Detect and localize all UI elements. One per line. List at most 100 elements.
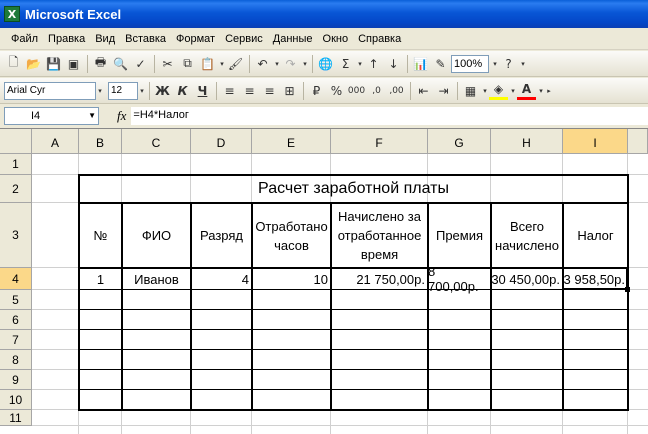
save-icon[interactable]: 💾 — [44, 54, 63, 73]
data-cell[interactable]: 30 450,00р. — [491, 268, 563, 290]
decrease-indent-icon[interactable]: ⇤ — [414, 81, 433, 100]
redo-dropdown-icon[interactable]: ▾ — [301, 60, 309, 68]
column-header-c[interactable]: C — [122, 129, 191, 154]
font-color-dropdown-icon[interactable]: ▾ — [537, 87, 545, 95]
redo-icon[interactable]: ↷ — [281, 54, 300, 73]
print-preview-icon[interactable]: 🔍 — [111, 54, 130, 73]
autosum-dropdown-icon[interactable]: ▾ — [356, 60, 364, 68]
cut-icon[interactable]: ✂ — [158, 54, 177, 73]
paste-dropdown-icon[interactable]: ▾ — [218, 60, 226, 68]
toolbar-separator — [87, 54, 88, 73]
fill-color-dropdown-icon[interactable]: ▾ — [509, 87, 517, 95]
data-cell[interactable]: 4 — [191, 268, 252, 290]
menu-item[interactable]: Справка — [353, 33, 406, 45]
align-right-icon[interactable]: ≡ — [260, 81, 279, 100]
standard-toolbar: 🗋 📂 💾 ▣ 🖶 🔍 ✓ ✂ ⧉ 📋 ▾ 🖌 ↶ ▾ ↷ ▾ 🌐 Σ ▾ ↑ … — [0, 51, 648, 77]
align-left-icon[interactable]: ≡ — [220, 81, 239, 100]
sort-ascending-icon[interactable]: ↑ — [364, 54, 383, 73]
font-name-box[interactable]: Arial Cyr — [4, 81, 96, 100]
menu-item[interactable]: Правка — [43, 33, 90, 45]
decrease-decimal-icon[interactable]: ,00 — [387, 81, 406, 100]
data-cell[interactable]: 1 — [79, 268, 122, 290]
row-header-6[interactable]: 6 — [0, 310, 32, 330]
copy-icon[interactable]: ⧉ — [178, 54, 197, 73]
active-cell-selection[interactable] — [562, 267, 628, 290]
excel-app-icon[interactable]: X — [4, 6, 20, 22]
autosum-icon[interactable]: Σ — [336, 54, 355, 73]
row-header-5[interactable]: 5 — [0, 290, 32, 310]
worksheet[interactable]: A B C D E F G H I 1 2 3 4 5 6 7 8 9 10 11 Расчет заработной … — [0, 128, 648, 434]
menu-item[interactable]: Файл — [6, 33, 43, 45]
help-dropdown-icon[interactable]: ▾ — [519, 60, 527, 68]
font-color-icon[interactable]: A — [517, 81, 536, 100]
new-file-icon[interactable]: 🗋 — [4, 54, 23, 73]
borders-icon[interactable]: ▦ — [461, 81, 480, 100]
select-all-corner[interactable] — [0, 129, 32, 154]
hyperlink-icon[interactable]: 🌐 — [316, 54, 335, 73]
undo-dropdown-icon[interactable]: ▾ — [273, 60, 281, 68]
format-painter-icon[interactable]: 🖌 — [226, 54, 245, 73]
insert-function-icon[interactable]: fx — [117, 108, 126, 124]
menu-item[interactable]: Формат — [171, 33, 220, 45]
thousands-separator-button[interactable]: 000 — [347, 81, 366, 100]
bold-button[interactable]: Ж — [153, 81, 172, 100]
drawing-icon[interactable]: ✎ — [431, 54, 450, 73]
increase-indent-icon[interactable]: ⇥ — [434, 81, 453, 100]
formula-input[interactable]: =H4*Налог — [131, 107, 648, 125]
italic-button[interactable]: К — [173, 81, 192, 100]
print-icon[interactable]: 🖶 — [91, 54, 110, 73]
name-box[interactable]: I4 ▼ — [4, 107, 99, 125]
permission-icon[interactable]: ▣ — [64, 54, 83, 73]
column-header-a[interactable]: A — [32, 129, 79, 154]
menu-item[interactable]: Сервис — [220, 33, 268, 45]
undo-icon[interactable]: ↶ — [253, 54, 272, 73]
help-icon[interactable]: ? — [499, 54, 518, 73]
column-header-g[interactable]: G — [428, 129, 491, 154]
borders-dropdown-icon[interactable]: ▾ — [481, 87, 489, 95]
menu-item[interactable]: Данные — [268, 33, 318, 45]
chart-wizard-icon[interactable]: 📊 — [411, 54, 430, 73]
fill-color-icon[interactable]: ◈ — [489, 81, 508, 100]
row-header-10[interactable]: 10 — [0, 390, 32, 410]
row-header-9[interactable]: 9 — [0, 370, 32, 390]
menu-item[interactable]: Вид — [90, 33, 120, 45]
menu-item[interactable]: Вставка — [120, 33, 171, 45]
increase-decimal-icon[interactable]: ,0 — [367, 81, 386, 100]
data-cell[interactable]: Иванов — [122, 268, 191, 290]
column-header-e[interactable]: E — [252, 129, 331, 154]
row-header-2[interactable]: 2 — [0, 175, 32, 203]
underline-button[interactable]: Ч — [193, 81, 212, 100]
data-cell[interactable]: 8 700,00р. — [428, 264, 491, 294]
zoom-dropdown-icon[interactable]: ▾ — [491, 60, 499, 68]
row-header-3[interactable]: 3 — [0, 203, 32, 268]
zoom-box[interactable]: 100% — [451, 54, 489, 73]
row-header-8[interactable]: 8 — [0, 350, 32, 370]
data-cell[interactable]: 21 750,00р. — [331, 268, 428, 290]
menu-item[interactable]: Окно — [318, 33, 354, 45]
font-size-dropdown-icon[interactable]: ▾ — [138, 87, 146, 95]
column-header-f[interactable]: F — [331, 129, 428, 154]
name-box-dropdown-icon[interactable]: ▼ — [88, 108, 96, 124]
row-header-7[interactable]: 7 — [0, 330, 32, 350]
percent-button[interactable]: % — [327, 81, 346, 100]
sort-descending-icon[interactable]: ↓ — [384, 54, 403, 73]
font-size-box[interactable]: 12 — [108, 81, 138, 100]
column-header-j[interactable] — [628, 129, 648, 154]
spelling-icon[interactable]: ✓ — [131, 54, 150, 73]
font-name-dropdown-icon[interactable]: ▾ — [96, 87, 104, 95]
column-header-i[interactable]: I — [563, 129, 628, 154]
row-header-1[interactable]: 1 — [0, 154, 32, 175]
column-header-h[interactable]: H — [491, 129, 563, 154]
fill-handle[interactable] — [625, 287, 630, 292]
column-header-d[interactable]: D — [191, 129, 252, 154]
data-cell[interactable]: 10 — [252, 268, 331, 290]
row-header-11[interactable]: 11 — [0, 410, 32, 426]
align-center-icon[interactable]: ≡ — [240, 81, 259, 100]
currency-icon[interactable]: ₽ — [307, 81, 326, 100]
row-header-4[interactable]: 4 — [0, 268, 32, 290]
toolbar-options-icon[interactable]: ▸ — [545, 87, 553, 95]
open-folder-icon[interactable]: 📂 — [24, 54, 43, 73]
column-header-b[interactable]: B — [79, 129, 122, 154]
paste-icon[interactable]: 📋 — [198, 54, 217, 73]
merge-center-icon[interactable]: ⊞ — [280, 81, 299, 100]
